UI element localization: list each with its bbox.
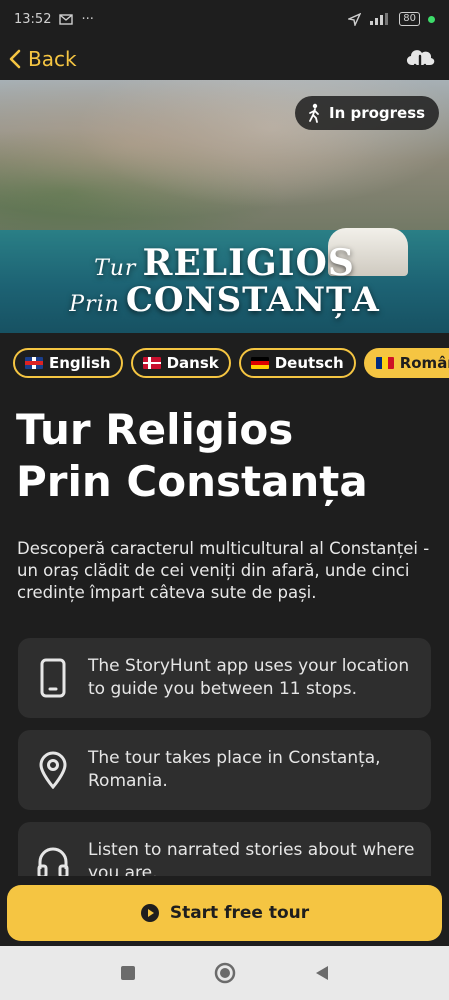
language-chip-romana[interactable]: Română (363, 348, 449, 378)
location-arrow-icon (348, 12, 362, 26)
language-label: Dansk (166, 354, 219, 372)
uk-flag-icon (25, 357, 43, 369)
back-label: Back (28, 47, 77, 71)
back-triangle-icon[interactable] (313, 964, 331, 982)
message-icon (59, 13, 74, 25)
language-chip-deutsch[interactable]: Deutsch (238, 348, 356, 378)
tour-description: Descoperă caracterul multicultural al Co… (17, 539, 430, 602)
page-title-line-2: Prin Constanța (16, 457, 368, 506)
info-card-text: The tour takes place in Constanța, Roman… (88, 748, 381, 791)
cover-title-small-1: Tur (94, 256, 137, 281)
status-badge-label: In progress (329, 104, 426, 122)
germany-flag-icon (250, 357, 269, 369)
signal-icon (370, 13, 389, 25)
language-label: Română (399, 354, 449, 372)
walking-person-icon (309, 103, 319, 123)
start-tour-label: Start free tour (169, 903, 310, 923)
home-icon[interactable] (214, 962, 236, 984)
info-card-location-guide: The StoryHunt app uses your location to … (18, 638, 431, 718)
language-chip-english[interactable]: English (13, 348, 123, 378)
cover-title-small-2: Prin (69, 292, 120, 317)
info-card-place: The tour takes place in Constanța, Roman… (18, 730, 431, 810)
clock: 13:52 (14, 11, 52, 27)
status-badge: In progress (295, 96, 440, 130)
romania-flag-icon (375, 357, 394, 369)
page-title-line-1: Tur Religios (16, 405, 294, 454)
phone-icon (36, 658, 70, 698)
back-button[interactable]: Back (8, 47, 77, 71)
chevron-left-icon (9, 49, 21, 69)
recording-dot-icon (428, 15, 435, 23)
language-label: Deutsch (274, 354, 344, 372)
language-chip-dansk[interactable]: Dansk (130, 348, 231, 378)
cloud-download-icon[interactable] (403, 45, 437, 73)
play-icon (140, 904, 159, 922)
cover-title-big-1: RELIGIOS (142, 242, 355, 284)
status-bar: 13:52 ··· 80 (0, 0, 449, 38)
more-notifications-icon: ··· (81, 11, 94, 27)
cover-title-big-2: CONSTANȚA (125, 280, 380, 320)
language-label: English (49, 354, 111, 372)
battery-icon: 80 (399, 12, 420, 26)
start-tour-button[interactable]: Start free tour (7, 885, 442, 941)
recent-apps-icon[interactable] (119, 964, 137, 982)
page-title: Tur Religios Prin Constanța (16, 404, 436, 508)
language-selector: English Dansk Deutsch Română (0, 348, 449, 382)
top-bar: Back (0, 38, 449, 80)
denmark-flag-icon (142, 357, 161, 369)
info-card-text: The StoryHunt app uses your location to … (88, 656, 410, 699)
system-navigation-bar (0, 946, 449, 1000)
location-pin-icon (36, 750, 70, 790)
